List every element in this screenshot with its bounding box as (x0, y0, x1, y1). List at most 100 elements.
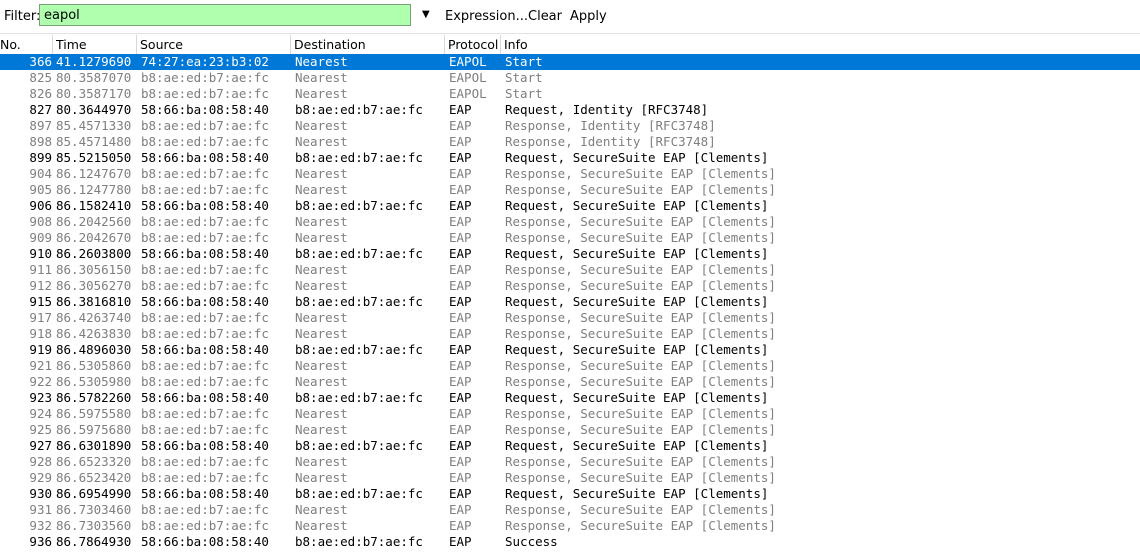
packet-number: 366 (29, 54, 52, 69)
packet-row[interactable]: 930 86.6954990 58:66:ba:08:58:40 b8:ae:ed:b… (0, 486, 1140, 502)
packet-row[interactable]: 908 86.2042560 b8:ae:ed:b7:ae:fc Nearest EAP… (0, 214, 1140, 230)
packet-number: 921 (29, 358, 52, 373)
packet-time: 86.6301890 (56, 438, 132, 453)
packet-source: b8:ae:ed:b7:ae:fc (141, 214, 269, 229)
packet-number: 915 (29, 294, 52, 309)
packet-row[interactable]: 827 80.3644970 58:66:ba:08:58:40 b8:ae:ed:b… (0, 102, 1140, 118)
packet-number: 897 (29, 118, 52, 133)
packet-destination: Nearest (295, 262, 348, 277)
packet-time: 86.1247670 (56, 166, 132, 181)
packet-protocol: EAP (449, 502, 472, 517)
packet-time: 86.5975680 (56, 422, 132, 437)
packet-source: b8:ae:ed:b7:ae:fc (141, 358, 269, 373)
packet-source: 58:66:ba:08:58:40 (141, 342, 269, 357)
packet-list-header: No. Time Source Destination Protocol Inf… (0, 35, 1140, 55)
packet-destination: b8:ae:ed:b7:ae:fc (295, 438, 423, 453)
column-header-time[interactable]: Time (53, 35, 137, 54)
packet-row[interactable]: 915 86.3816810 58:66:ba:08:58:40 b8:ae:ed:b… (0, 294, 1140, 310)
column-header-protocol[interactable]: Protocol (445, 35, 501, 54)
packet-number: 923 (29, 390, 52, 405)
expression-button[interactable]: Expression... (445, 9, 528, 24)
packet-time: 86.2603800 (56, 246, 132, 261)
column-header-source[interactable]: Source (137, 35, 291, 54)
packet-row[interactable]: 904 86.1247670 b8:ae:ed:b7:ae:fc Nearest EAP… (0, 166, 1140, 182)
packet-row[interactable]: 906 86.1582410 58:66:ba:08:58:40 b8:ae:ed:b… (0, 198, 1140, 214)
packet-protocol: EAP (449, 534, 472, 549)
packet-destination: Nearest (295, 470, 348, 485)
clear-button[interactable]: Clear (528, 9, 562, 24)
packet-source: b8:ae:ed:b7:ae:fc (141, 70, 269, 85)
packet-info: Request, SecureSuite EAP [Clements] (505, 342, 769, 357)
packet-row[interactable]: 927 86.6301890 58:66:ba:08:58:40 b8:ae:ed:b… (0, 438, 1140, 454)
packet-destination: b8:ae:ed:b7:ae:fc (295, 198, 423, 213)
packet-source: b8:ae:ed:b7:ae:fc (141, 310, 269, 325)
packet-row[interactable]: 923 86.5782260 58:66:ba:08:58:40 b8:ae:ed:b… (0, 390, 1140, 406)
packet-destination: b8:ae:ed:b7:ae:fc (295, 102, 423, 117)
packet-time: 86.4263830 (56, 326, 132, 341)
packet-info: Response, SecureSuite EAP [Clements] (505, 470, 776, 485)
packet-info: Start (505, 86, 543, 101)
packet-source: 58:66:ba:08:58:40 (141, 150, 269, 165)
packet-protocol: EAPOL (449, 54, 487, 69)
packet-info: Request, SecureSuite EAP [Clements] (505, 198, 769, 213)
packet-number: 922 (29, 374, 52, 389)
packet-list: 366 41.1279690 74:27:ea:23:b3:02 Nearest EAP… (0, 54, 1140, 555)
packet-row[interactable]: 924 86.5975580 b8:ae:ed:b7:ae:fc Nearest EAP… (0, 406, 1140, 422)
packet-time: 86.4896030 (56, 342, 132, 357)
column-header-no[interactable]: No. (0, 35, 53, 54)
column-header-info[interactable]: Info (501, 35, 1140, 54)
packet-number: 905 (29, 182, 52, 197)
packet-protocol: EAP (449, 422, 472, 437)
packet-row[interactable]: 826 80.3587170 b8:ae:ed:b7:ae:fc Nearest EAP… (0, 86, 1140, 102)
packet-row[interactable]: 905 86.1247780 b8:ae:ed:b7:ae:fc Nearest EAP… (0, 182, 1140, 198)
packet-destination: Nearest (295, 502, 348, 517)
packet-info: Response, SecureSuite EAP [Clements] (505, 230, 776, 245)
packet-row[interactable]: 899 85.5215050 58:66:ba:08:58:40 b8:ae:ed:b… (0, 150, 1140, 166)
column-header-destination[interactable]: Destination (291, 35, 445, 54)
packet-row[interactable]: 917 86.4263740 b8:ae:ed:b7:ae:fc Nearest EAP… (0, 310, 1140, 326)
packet-number: 928 (29, 454, 52, 469)
packet-time: 86.3056270 (56, 278, 132, 293)
packet-destination: Nearest (295, 70, 348, 85)
packet-row[interactable]: 825 80.3587070 b8:ae:ed:b7:ae:fc Nearest EAP… (0, 70, 1140, 86)
packet-row[interactable]: 928 86.6523320 b8:ae:ed:b7:ae:fc Nearest EAP… (0, 454, 1140, 470)
packet-destination: b8:ae:ed:b7:ae:fc (295, 342, 423, 357)
apply-button[interactable]: Apply (570, 9, 607, 24)
packet-protocol: EAP (449, 262, 472, 277)
packet-row[interactable]: 931 86.7303460 b8:ae:ed:b7:ae:fc Nearest EAP… (0, 502, 1140, 518)
packet-destination: Nearest (295, 310, 348, 325)
packet-number: 826 (29, 86, 52, 101)
packet-row[interactable]: 919 86.4896030 58:66:ba:08:58:40 b8:ae:ed:b… (0, 342, 1140, 358)
packet-info: Request, SecureSuite EAP [Clements] (505, 390, 769, 405)
packet-row[interactable]: 922 86.5305980 b8:ae:ed:b7:ae:fc Nearest EAP… (0, 374, 1140, 390)
packet-row[interactable]: 929 86.6523420 b8:ae:ed:b7:ae:fc Nearest EAP… (0, 470, 1140, 486)
packet-row[interactable]: 911 86.3056150 b8:ae:ed:b7:ae:fc Nearest EAP… (0, 262, 1140, 278)
packet-destination: Nearest (295, 134, 348, 149)
packet-source: b8:ae:ed:b7:ae:fc (141, 86, 269, 101)
packet-info: Request, SecureSuite EAP [Clements] (505, 438, 769, 453)
packet-destination: b8:ae:ed:b7:ae:fc (295, 534, 423, 549)
packet-time: 86.6954990 (56, 486, 132, 501)
packet-row[interactable]: 897 85.4571330 b8:ae:ed:b7:ae:fc Nearest EAP… (0, 118, 1140, 134)
packet-row[interactable]: 932 86.7303560 b8:ae:ed:b7:ae:fc Nearest EAP… (0, 518, 1140, 534)
packet-info: Response, SecureSuite EAP [Clements] (505, 326, 776, 341)
packet-number: 825 (29, 70, 52, 85)
packet-row[interactable]: 898 85.4571480 b8:ae:ed:b7:ae:fc Nearest EAP… (0, 134, 1140, 150)
packet-protocol: EAP (449, 390, 472, 405)
packet-row[interactable]: 366 41.1279690 74:27:ea:23:b3:02 Nearest EAP… (0, 54, 1140, 70)
filter-dropdown-icon[interactable]: ▼ (422, 9, 430, 20)
packet-row[interactable]: 909 86.2042670 b8:ae:ed:b7:ae:fc Nearest EAP… (0, 230, 1140, 246)
packet-destination: Nearest (295, 182, 348, 197)
packet-protocol: EAP (449, 454, 472, 469)
packet-protocol: EAP (449, 486, 472, 501)
packet-row[interactable]: 936 86.7864930 58:66:ba:08:58:40 b8:ae:ed:b… (0, 534, 1140, 550)
packet-protocol: EAP (449, 470, 472, 485)
packet-number: 925 (29, 422, 52, 437)
filter-input[interactable] (39, 4, 411, 26)
packet-row[interactable]: 921 86.5305860 b8:ae:ed:b7:ae:fc Nearest EAP… (0, 358, 1140, 374)
packet-row[interactable]: 910 86.2603800 58:66:ba:08:58:40 b8:ae:ed:b… (0, 246, 1140, 262)
packet-row[interactable]: 912 86.3056270 b8:ae:ed:b7:ae:fc Nearest EAP… (0, 278, 1140, 294)
packet-info: Request, Identity [RFC3748] (505, 102, 709, 117)
packet-row[interactable]: 925 86.5975680 b8:ae:ed:b7:ae:fc Nearest EAP… (0, 422, 1140, 438)
packet-row[interactable]: 918 86.4263830 b8:ae:ed:b7:ae:fc Nearest EAP… (0, 326, 1140, 342)
